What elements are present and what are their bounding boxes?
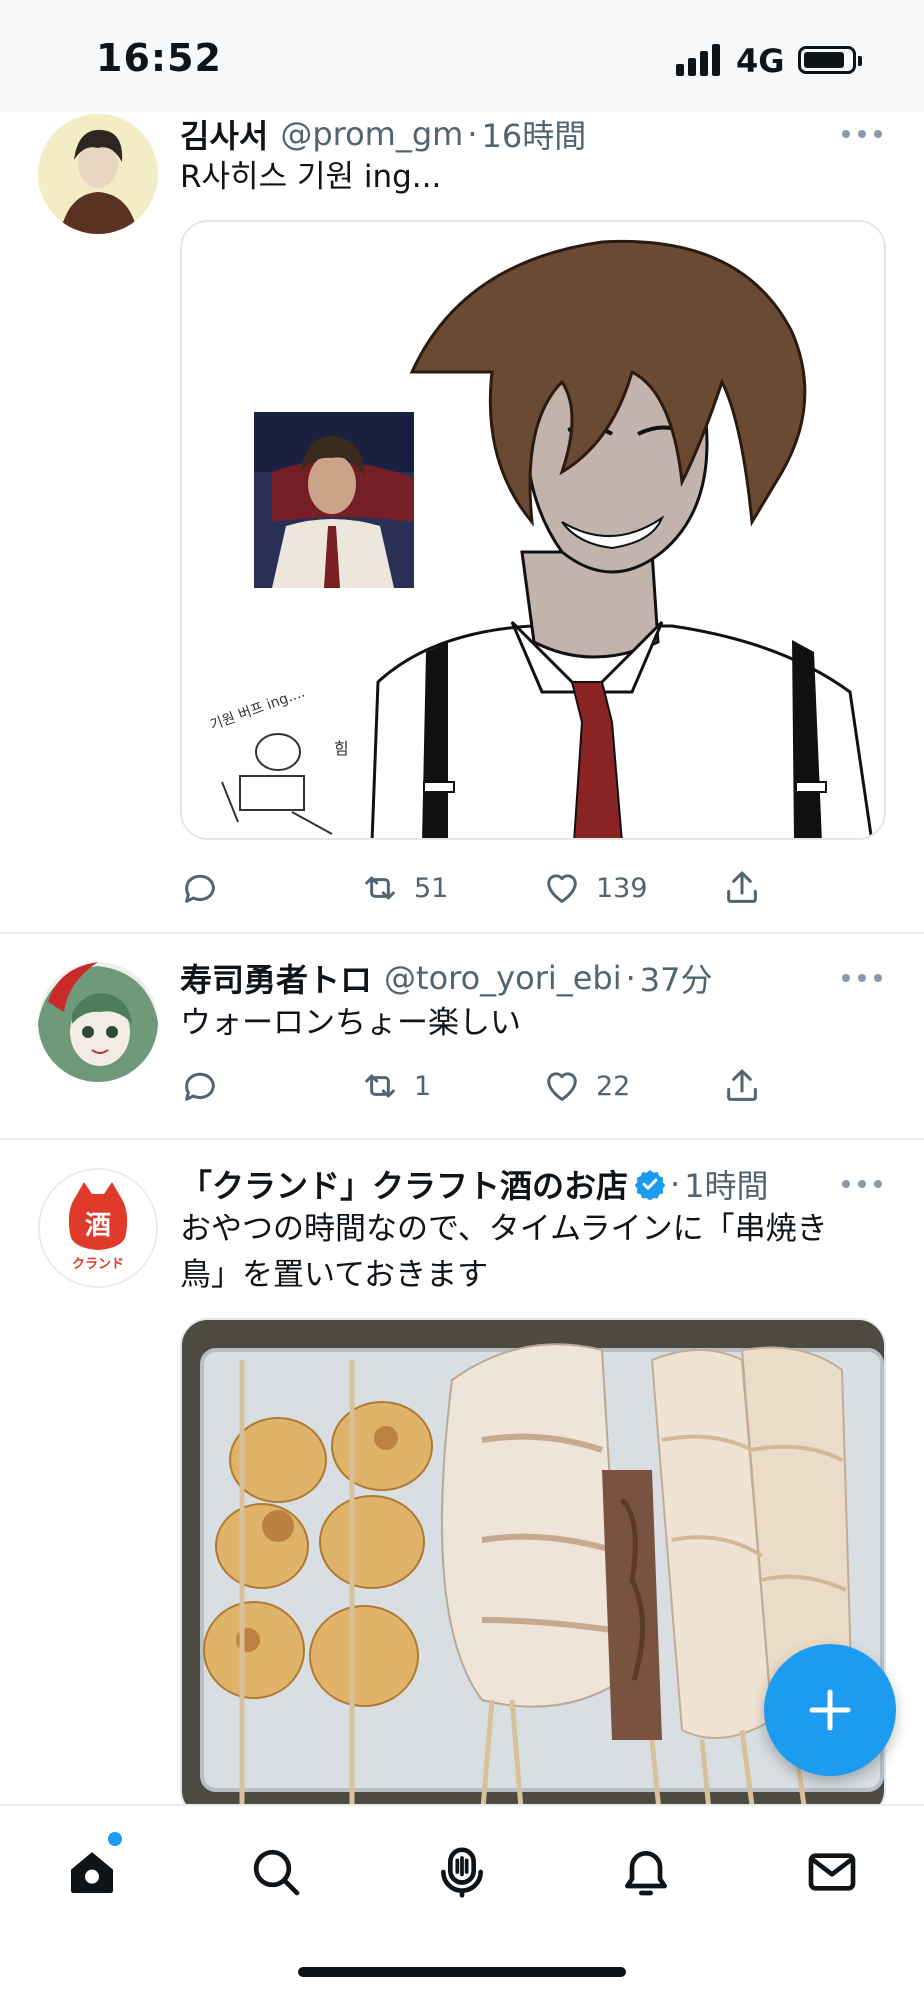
verified-badge-icon [634, 1170, 666, 1200]
tweet[interactable]: 김사서 @prom_gm · 16時間 R사히스 기원 ing... 기원 버프… [0, 112, 924, 932]
tweet-header: 「クランド」クラフト酒のお店 · 1時間 [180, 1162, 769, 1206]
bell-icon [625, 1851, 667, 1896]
reply-icon [185, 1072, 215, 1101]
search-icon [253, 1849, 300, 1896]
like-button[interactable]: 139 [542, 864, 648, 912]
nav-home[interactable] [60, 1840, 124, 1904]
tweet-time[interactable]: 16時間 [482, 111, 587, 157]
author-name[interactable]: 「クランド」クラフト酒のお店 [180, 1161, 628, 1207]
divider [0, 1138, 924, 1140]
reply-icon [185, 874, 215, 903]
author-name[interactable]: 寿司勇者トロ [180, 955, 372, 1001]
mail-icon [808, 1853, 856, 1891]
retweet-count: 1 [414, 1070, 432, 1102]
reply-button[interactable] [180, 1062, 220, 1110]
heart-icon [547, 1072, 577, 1101]
home-indicator[interactable] [298, 1967, 626, 1977]
more-options-icon[interactable] [842, 124, 882, 144]
avatar-kanji: 酒 [85, 1211, 111, 1241]
plus-icon [809, 1689, 851, 1731]
tweet-media-image[interactable]: 기원 버프 ing.... 힘 [180, 220, 886, 840]
spaces-icon [441, 1847, 483, 1898]
battery-icon [798, 46, 862, 74]
author-handle[interactable]: @prom_gm [280, 115, 463, 153]
tweet-text: R사히스 기원 ing... [180, 159, 442, 195]
like-count: 22 [596, 1070, 631, 1102]
author-name[interactable]: 김사서 [180, 111, 268, 157]
status-time: 16:52 [96, 36, 222, 80]
compose-tweet-button[interactable] [764, 1644, 896, 1776]
share-icon [727, 871, 757, 903]
nav-search[interactable] [244, 1840, 308, 1904]
tweet-actions: 1 22 [180, 1062, 820, 1110]
avatar[interactable]: 酒 クランド [38, 1168, 158, 1288]
retweet-count: 51 [414, 872, 449, 904]
more-options-icon[interactable] [842, 968, 882, 988]
tweet[interactable]: 寿司勇者トロ @toro_yori_ebi · 37分 ウォーロンちょー楽しい … [0, 952, 924, 1138]
nav-messages[interactable] [800, 1840, 864, 1904]
retweet-button[interactable]: 1 [360, 1062, 431, 1110]
separator-dot: · [625, 959, 636, 997]
nav-notifications[interactable] [614, 1840, 678, 1904]
share-button[interactable] [722, 1062, 762, 1110]
tweet-text-line: おやつの時間なので、タイムラインに「串焼き [180, 1211, 828, 1247]
share-button[interactable] [722, 864, 762, 912]
retweet-icon [365, 1074, 395, 1098]
separator-dot: · [467, 115, 478, 153]
author-handle[interactable]: @toro_yori_ebi [384, 959, 622, 997]
tweet-text: おやつの時間なので、タイムラインに「串焼き 鳥」を置いておきます [180, 1206, 828, 1298]
retweet-button[interactable]: 51 [360, 864, 448, 912]
tweet-header: 김사서 @prom_gm · 16時間 [180, 112, 586, 156]
avatar-label: クランド [72, 1257, 124, 1272]
network-type: 4G [736, 42, 785, 80]
heart-icon [547, 874, 577, 903]
like-count: 139 [596, 872, 648, 904]
tweet-text: ウォーロンちょー楽しい [180, 1005, 521, 1041]
avatar[interactable] [38, 962, 158, 1082]
notification-dot [108, 1832, 122, 1846]
like-button[interactable]: 22 [542, 1062, 630, 1110]
separator-dot: · [670, 1165, 681, 1203]
tweet-header: 寿司勇者トロ @toro_yori_ebi · 37分 [180, 956, 713, 1000]
share-icon [727, 1069, 757, 1101]
retweet-icon [365, 876, 395, 900]
tweet-text-line: 鳥」を置いておきます [180, 1257, 489, 1293]
tweet-actions: 51 139 [180, 864, 820, 912]
home-icon [71, 1852, 113, 1893]
nav-spaces[interactable] [430, 1840, 494, 1904]
avatar[interactable] [38, 114, 158, 234]
reply-button[interactable] [180, 864, 220, 912]
status-bar: 16:52 4G [0, 0, 924, 112]
signal-icon [676, 44, 722, 76]
more-options-icon[interactable] [842, 1174, 882, 1194]
tweet-time[interactable]: 1時間 [684, 1161, 768, 1207]
divider [0, 932, 924, 934]
media-sticker: 힘 [334, 739, 349, 758]
tweet-time[interactable]: 37分 [640, 955, 713, 1001]
